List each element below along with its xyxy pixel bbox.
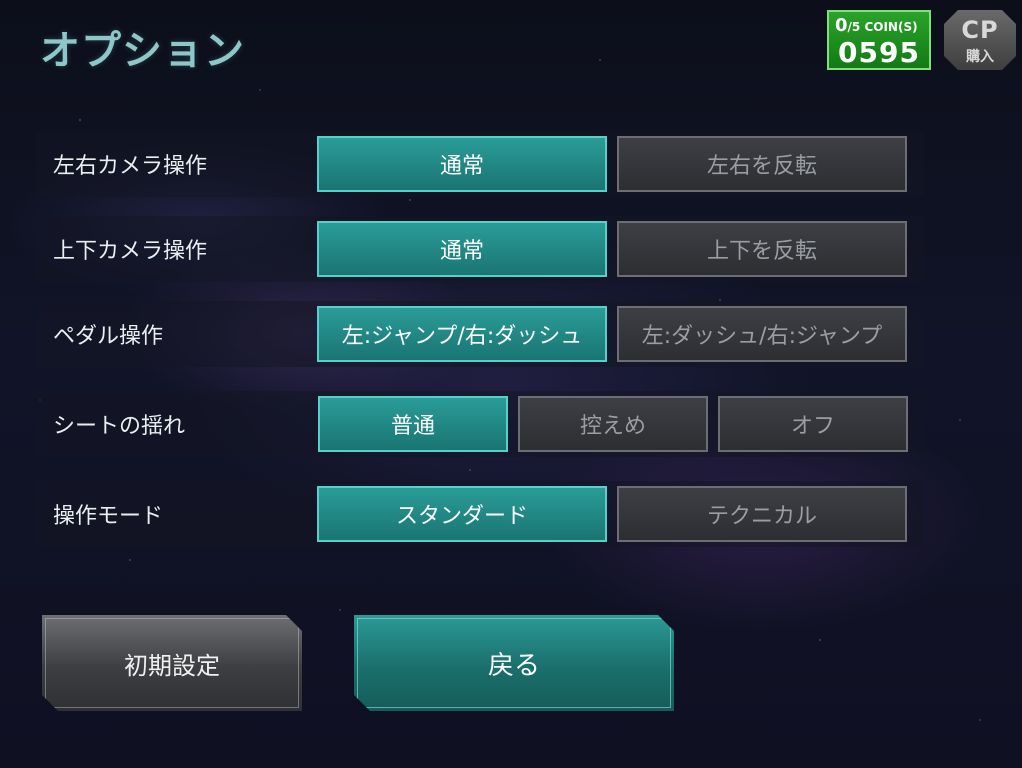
option-seat-shake-normal[interactable]: 普通 <box>318 396 508 452</box>
cp-purchase-label: 購入 <box>966 49 994 65</box>
option-control-mode-standard[interactable]: スタンダード <box>317 486 607 542</box>
option-vertical-camera-invert[interactable]: 上下を反転 <box>617 221 907 277</box>
option-vertical-camera-normal[interactable]: 通常 <box>317 221 607 277</box>
option-seat-shake-low[interactable]: 控えめ <box>518 396 708 452</box>
cp-purchase-button[interactable]: CP 購入 <box>944 10 1016 70</box>
setting-label: 左右カメラ操作 <box>53 154 208 179</box>
option-seat-shake-off[interactable]: オフ <box>718 396 908 452</box>
option-pedal-dash-jump[interactable]: 左:ダッシュ/右:ジャンプ <box>617 306 907 362</box>
cp-label: CP <box>961 16 999 44</box>
page-title: オプション <box>40 28 245 74</box>
back-label: 戻る <box>487 650 540 681</box>
option-control-mode-technical[interactable]: テクニカル <box>617 486 907 542</box>
back-button[interactable]: 戻る <box>354 615 674 711</box>
reset-defaults-button[interactable]: 初期設定 <box>42 615 302 711</box>
option-pedal-jump-dash[interactable]: 左:ジャンプ/右:ダッシュ <box>317 306 607 362</box>
coin-max-label: /5 COIN(S) <box>847 20 918 34</box>
setting-label: シートの揺れ <box>53 414 186 439</box>
setting-label: 上下カメラ操作 <box>53 239 208 264</box>
coin-counter: 0/5 COIN(S) 0595 <box>827 10 931 70</box>
reset-defaults-label: 初期設定 <box>124 651 220 680</box>
coin-status: 0/5 COIN(S) <box>835 15 918 36</box>
option-horizontal-camera-normal[interactable]: 通常 <box>317 136 607 192</box>
setting-label: ペダル操作 <box>53 324 164 349</box>
credit-count: 0595 <box>838 36 920 69</box>
option-horizontal-camera-invert[interactable]: 左右を反転 <box>617 136 907 192</box>
setting-label: 操作モード <box>53 504 164 529</box>
coin-current: 0 <box>835 15 848 36</box>
